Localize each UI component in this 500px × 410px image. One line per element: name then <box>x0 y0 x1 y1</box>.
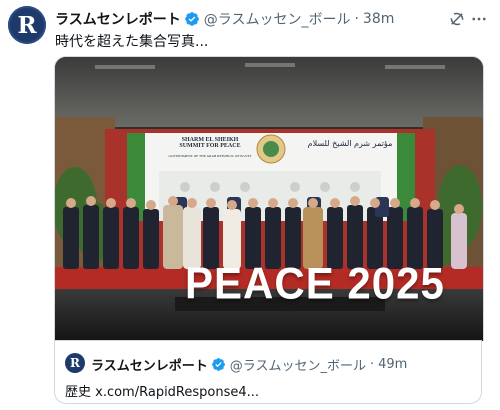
tweet-text: 時代を超えた集合写真... <box>55 34 209 50</box>
tweet-photo[interactable]: SHARM EL SHEIKH SUMMIT FOR PEACE GOVERNM… <box>54 56 484 341</box>
separator: · <box>354 11 359 27</box>
peace-banner-text: PEACE 2025 <box>185 258 445 309</box>
quote-avatar-letter: R <box>70 356 80 370</box>
quote-header: ラスムセンレポート @ラスムッセン_ボール · 49m <box>91 355 407 374</box>
tweet-header: ラスムセンレポート @ラスムッセン_ボール · 38m <box>55 9 446 29</box>
display-name[interactable]: ラスムセンレポート <box>55 9 181 29</box>
quote-handle[interactable]: @ラスムッセン_ボール <box>230 355 366 374</box>
quote-timestamp[interactable]: 49m <box>378 357 407 372</box>
verified-badge-icon <box>184 12 199 26</box>
more-icon[interactable] <box>470 10 488 28</box>
handle[interactable]: @ラスムッセン_ボール <box>204 9 351 29</box>
quote-separator: · <box>370 357 375 372</box>
timestamp[interactable]: 38m <box>363 11 394 27</box>
backdrop-left-text: SHARM EL SHEIKH SUMMIT FOR PEACE <box>179 137 241 149</box>
backdrop-right-text: مؤتمر شرم الشيخ للسلام <box>307 139 393 148</box>
avatar[interactable]: R <box>8 6 46 44</box>
backdrop-left-subtext: GOVERNMENT OF THE ARAB REPUBLIC OF EGYPT <box>168 154 252 158</box>
quote-text[interactable]: 歴史 x.com/RapidResponse4... <box>65 381 259 400</box>
quoted-tweet[interactable]: R ラスムセンレポート @ラスムッセン_ボール · 49m 歴史 x.com/R… <box>54 340 482 404</box>
verified-badge-icon <box>211 358 225 371</box>
quote-display-name[interactable]: ラスムセンレポート <box>91 355 208 374</box>
grok-icon[interactable] <box>448 10 466 28</box>
quote-avatar[interactable]: R <box>65 353 85 373</box>
avatar-letter: R <box>17 11 37 39</box>
